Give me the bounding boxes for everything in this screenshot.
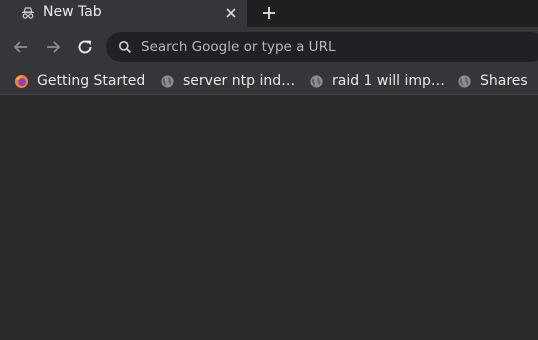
bookmark-getting-started[interactable]: Getting Started (14, 71, 145, 91)
plus-icon[interactable] (260, 4, 278, 22)
toolbar (0, 27, 538, 67)
bookmark-label: Getting Started (37, 73, 146, 89)
bookmark-raid[interactable]: raid 1 will imp… (309, 71, 445, 91)
forward-arrow-icon[interactable] (44, 38, 62, 56)
globe-icon (161, 74, 174, 88)
omnibox[interactable] (106, 32, 538, 62)
tab-title: New Tab (43, 4, 102, 20)
globe-icon (310, 74, 323, 88)
address-input[interactable] (141, 32, 521, 62)
browser-window: New Tab Search Google or type a URL Gett… (0, 0, 538, 340)
bookmarks-bar: Getting Started server ntp ind… raid 1 w… (0, 67, 538, 95)
back-arrow-icon[interactable] (12, 38, 30, 56)
bookmark-label: server ntp ind… (183, 73, 296, 89)
bookmark-server-ntp[interactable]: server ntp ind… (160, 71, 295, 91)
tab-new-tab[interactable]: New Tab (0, 0, 247, 27)
bookmark-shares[interactable]: Shares (457, 71, 528, 91)
bookmark-label: raid 1 will imp… (332, 73, 445, 89)
reload-icon[interactable] (76, 38, 94, 56)
page-content (0, 96, 538, 340)
globe-icon (458, 74, 471, 88)
search-icon (119, 41, 132, 54)
close-icon[interactable] (224, 6, 238, 20)
bookmark-label: Shares (480, 73, 528, 89)
incognito-icon (22, 7, 34, 19)
firefox-icon (14, 74, 29, 88)
tab-strip: New Tab (0, 0, 538, 27)
